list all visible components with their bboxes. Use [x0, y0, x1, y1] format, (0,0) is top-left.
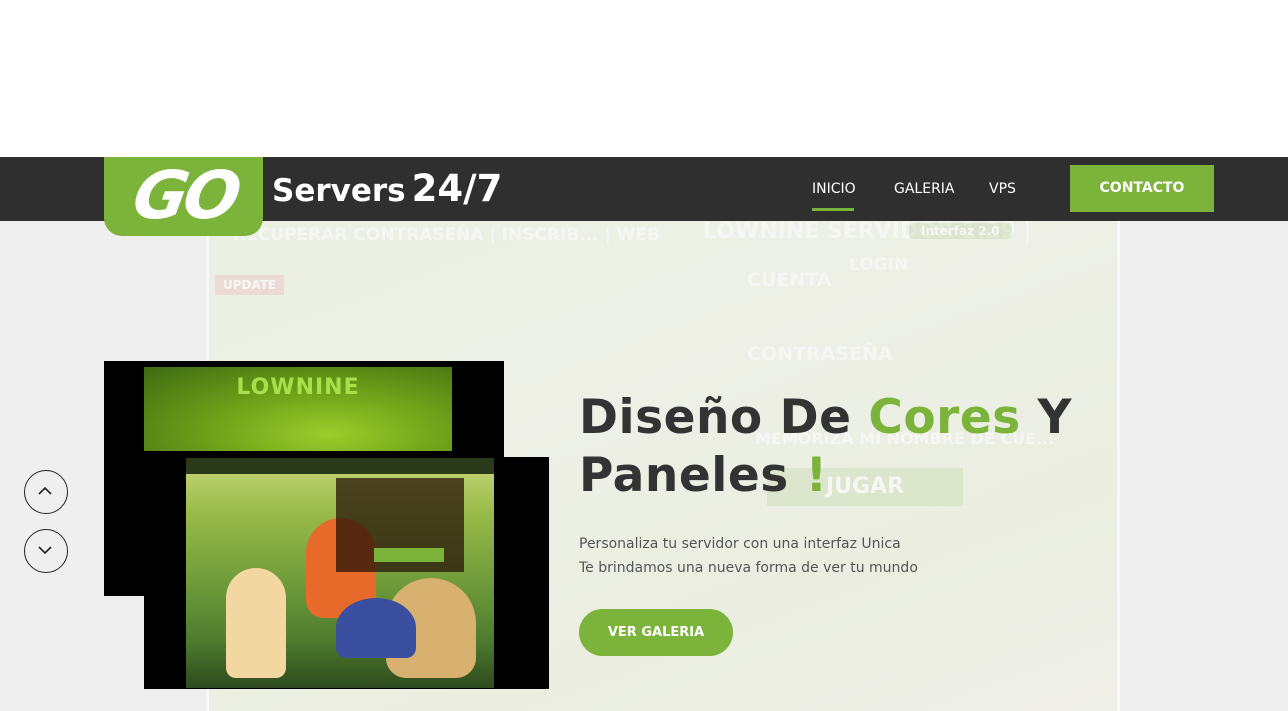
slide-next-button[interactable]: [24, 529, 68, 573]
brand-servers: Servers: [272, 173, 406, 209]
screenshot-front-game: [186, 458, 494, 688]
logo-text: GO: [127, 157, 244, 234]
brand-name[interactable]: Servers 24/7: [272, 167, 502, 210]
nav-item-galeria[interactable]: GALERIA: [894, 157, 955, 221]
logo[interactable]: GO: [104, 157, 263, 236]
arrow-up-icon: [38, 486, 52, 495]
nav-item-inicio[interactable]: INICIO: [812, 157, 856, 221]
hero-subtext-line1: Personaliza tu servidor con una interfaz…: [579, 536, 901, 552]
top-blank-area: [0, 0, 1288, 157]
character-shape: [226, 568, 286, 678]
screenshot-front: [144, 457, 549, 689]
headline-green: Cores: [868, 390, 1021, 445]
nav-active-indicator: [812, 208, 854, 211]
brand-hours: 24/7: [411, 167, 503, 210]
headline-part2: Y: [1037, 390, 1073, 445]
headline-exclaim: !: [805, 448, 828, 503]
nav-item-vps[interactable]: VPS: [989, 157, 1016, 221]
headline-part1: Diseño De: [579, 390, 852, 445]
screenshot-back-game: LOWNINE: [144, 367, 452, 451]
hero-headline: Diseño De Cores Y Paneles !: [579, 389, 1079, 505]
slide-prev-button[interactable]: [24, 470, 68, 514]
ver-galeria-button[interactable]: VER GALERIA: [579, 609, 733, 656]
screenshot-front-jugar-button: [374, 548, 444, 562]
hero-subtext: Personaliza tu servidor con una interfaz…: [579, 532, 918, 580]
arrow-down-icon: [38, 546, 52, 555]
contact-button[interactable]: CONTACTO: [1070, 165, 1214, 212]
screenshot-back-title: LOWNINE: [236, 375, 360, 400]
hero-section: RECUPERAR CONTRASEÑA | INSCRIB... | WEB …: [0, 221, 1288, 711]
headline-part3: Paneles: [579, 448, 789, 503]
character-shape: [336, 598, 416, 658]
screenshot-front-topbar: [186, 458, 494, 474]
hero-subtext-line2: Te brindamos una nueva forma de ver tu m…: [579, 560, 918, 576]
